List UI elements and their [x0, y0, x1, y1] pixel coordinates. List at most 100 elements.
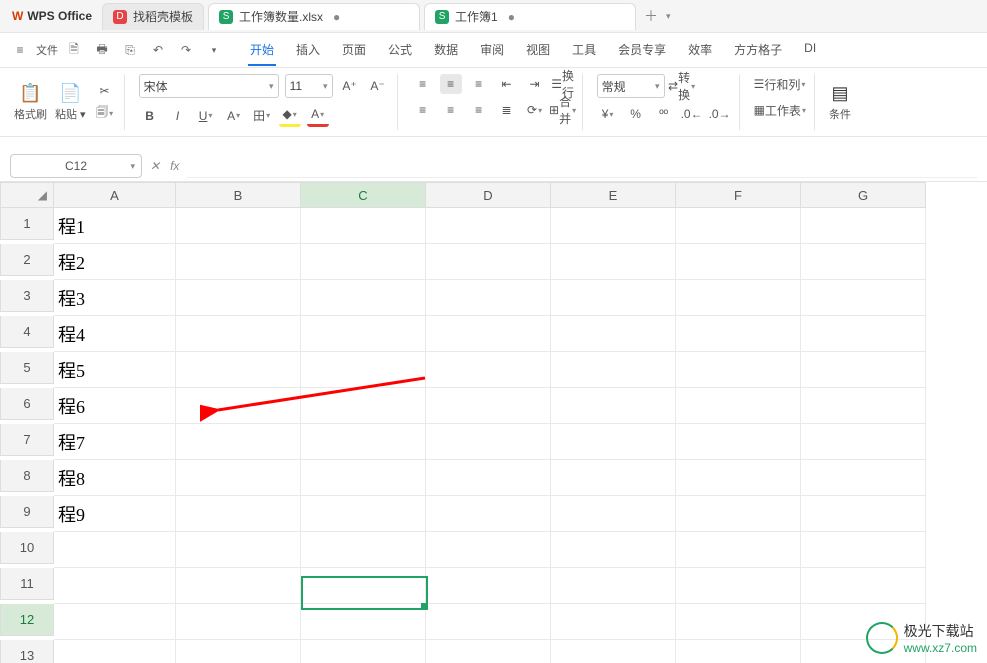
comma-icon[interactable]: ºº [653, 104, 675, 124]
cell[interactable] [801, 532, 926, 568]
cell[interactable] [676, 460, 801, 496]
cell[interactable] [801, 424, 926, 460]
cell[interactable] [426, 496, 551, 532]
cell[interactable] [801, 496, 926, 532]
cell[interactable] [676, 208, 801, 244]
new-tab-button[interactable]: ＋ [644, 6, 658, 26]
cell[interactable] [301, 352, 426, 388]
cell[interactable] [676, 280, 801, 316]
fx-icon[interactable]: fx [170, 159, 179, 173]
cell[interactable] [301, 280, 426, 316]
menu-tab-vip[interactable]: 会员专享 [616, 35, 668, 66]
cell[interactable] [801, 352, 926, 388]
undo-icon[interactable]: ↶ [146, 38, 170, 62]
cell[interactable] [176, 388, 301, 424]
cell[interactable] [301, 568, 426, 604]
cell[interactable] [301, 640, 426, 663]
number-format-select[interactable]: 常规▾ [597, 74, 665, 98]
paste-button[interactable]: 📄 粘贴 ▾ [55, 83, 86, 122]
column-header[interactable]: C [301, 182, 426, 208]
decrease-font-icon[interactable]: A⁻ [367, 76, 389, 96]
column-header[interactable]: A [54, 182, 176, 208]
cell[interactable] [54, 568, 176, 604]
menu-tab-tools[interactable]: 工具 [570, 35, 598, 66]
convert-button[interactable]: ⇄ 转换▾ [671, 76, 693, 96]
cell[interactable]: 程4 [54, 316, 176, 352]
increase-decimal-icon[interactable]: .0← [681, 104, 703, 124]
cell[interactable] [801, 316, 926, 352]
cell[interactable] [551, 280, 676, 316]
cell[interactable] [301, 424, 426, 460]
tab-workbook-1[interactable]: S 工作簿1 ● [424, 3, 636, 30]
name-box[interactable]: C12 ▾ [10, 154, 142, 178]
align-top-icon[interactable]: ≡ [412, 74, 434, 94]
merge-button[interactable]: ⊞ 合并▾ [552, 100, 574, 120]
cell[interactable] [176, 280, 301, 316]
cell[interactable] [176, 460, 301, 496]
align-left-icon[interactable]: ≡ [412, 100, 434, 120]
cell[interactable] [54, 532, 176, 568]
action-icon[interactable]: ⎘ [118, 38, 142, 62]
menu-tab-start[interactable]: 开始 [248, 35, 276, 66]
row-header[interactable]: 6 [0, 388, 54, 420]
currency-icon[interactable]: ¥▾ [597, 104, 619, 124]
copy-icon[interactable]: 🗐▾ [94, 103, 116, 123]
cell[interactable] [676, 568, 801, 604]
align-middle-icon[interactable]: ≡ [440, 74, 462, 94]
sheet-button[interactable]: ▦ 工作表▾ [754, 100, 806, 120]
fill-handle[interactable] [421, 603, 427, 609]
cell[interactable] [176, 496, 301, 532]
bold-button[interactable]: B [139, 106, 161, 126]
menu-tab-page[interactable]: 页面 [340, 35, 368, 66]
cancel-formula-icon[interactable]: ✕ [150, 159, 160, 173]
cell[interactable] [426, 640, 551, 663]
row-header[interactable]: 7 [0, 424, 54, 456]
column-header[interactable]: G [801, 182, 926, 208]
menu-tab-data[interactable]: 数据 [432, 35, 460, 66]
cell[interactable] [426, 352, 551, 388]
align-justify-icon[interactable]: ≣ [496, 100, 518, 120]
cell[interactable] [426, 460, 551, 496]
cell[interactable] [301, 496, 426, 532]
underline-button[interactable]: U▾ [195, 106, 217, 126]
spreadsheet-grid[interactable]: ◢ABCDEFG1程12程23程34程45程56程67程78程89程910111… [0, 182, 987, 663]
menu-tab-fangfang[interactable]: 方方格子 [732, 35, 784, 66]
align-center-icon[interactable]: ≡ [440, 100, 462, 120]
align-right-icon[interactable]: ≡ [468, 100, 490, 120]
format-painter-button[interactable]: 📋 格式刷 [14, 83, 47, 122]
cell[interactable] [426, 424, 551, 460]
column-header[interactable]: B [176, 182, 301, 208]
cell[interactable] [676, 424, 801, 460]
menu-tab-di[interactable]: DI [802, 35, 818, 66]
cell[interactable] [676, 496, 801, 532]
cell[interactable] [176, 352, 301, 388]
cell[interactable] [426, 532, 551, 568]
cell[interactable] [801, 460, 926, 496]
new-icon[interactable]: 🗎 [62, 38, 86, 62]
file-menu[interactable]: 文件 [36, 42, 58, 58]
cell[interactable] [176, 568, 301, 604]
cell[interactable] [551, 604, 676, 640]
cell[interactable] [676, 244, 801, 280]
rowcol-button[interactable]: ☰ 行和列▾ [754, 74, 806, 94]
font-color-button[interactable]: A▾ [307, 104, 329, 127]
cell[interactable]: 程1 [54, 208, 176, 244]
cell[interactable] [676, 388, 801, 424]
menu-tab-insert[interactable]: 插入 [294, 35, 322, 66]
percent-icon[interactable]: % [625, 104, 647, 124]
cell[interactable] [301, 460, 426, 496]
cell[interactable] [551, 424, 676, 460]
cell[interactable] [176, 640, 301, 663]
cell[interactable]: 程9 [54, 496, 176, 532]
cell[interactable] [426, 604, 551, 640]
redo-icon[interactable]: ↷ [174, 38, 198, 62]
cell[interactable] [551, 352, 676, 388]
row-header[interactable]: 1 [0, 208, 54, 240]
cell[interactable] [426, 568, 551, 604]
font-size-select[interactable]: 11 ▾ [285, 74, 333, 98]
cell[interactable] [551, 568, 676, 604]
tab-template[interactable]: D 找稻壳模板 [102, 3, 204, 30]
tab-menu-button[interactable]: ▾ [666, 11, 671, 22]
cell[interactable] [676, 640, 801, 663]
cell[interactable] [426, 316, 551, 352]
